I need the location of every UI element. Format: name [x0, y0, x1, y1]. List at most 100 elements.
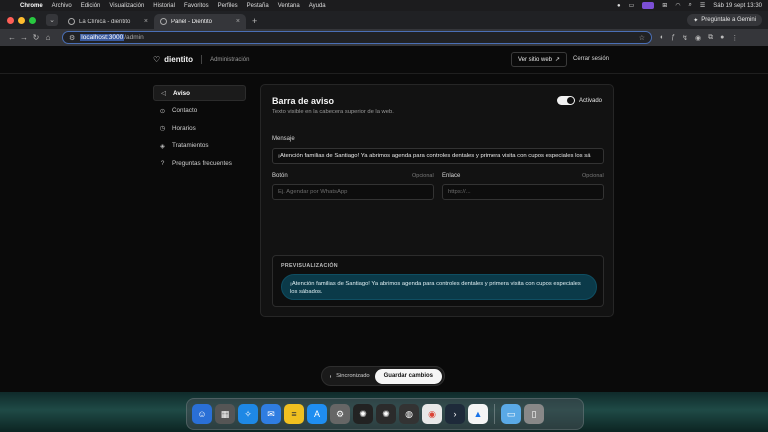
screen-share-icon[interactable]: ▭: [629, 2, 635, 9]
safari-icon[interactable]: ✧: [238, 404, 258, 424]
close-icon[interactable]: ×: [144, 18, 148, 25]
section-label: Administración: [210, 56, 250, 63]
sidebar-item-label: Aviso: [173, 89, 190, 97]
brand-name: dientito: [164, 55, 194, 64]
gemini-button[interactable]: ✦ Pregúntale a Gemini: [687, 14, 762, 26]
macos-menu-bar: Chrome Archivo Edición Visualización His…: [0, 0, 768, 11]
back-arrow-icon[interactable]: ←: [6, 33, 18, 42]
address-bar[interactable]: ⚙ localhost:3000 /admin ☆: [62, 31, 652, 44]
notes-icon[interactable]: ≡: [284, 404, 304, 424]
mail-icon[interactable]: ✉: [261, 404, 281, 424]
chevron-down-icon: ⌄: [49, 17, 55, 24]
forward-arrow-icon[interactable]: →: [18, 33, 30, 42]
chatgpt-icon[interactable]: ✺: [353, 404, 373, 424]
view-site-label: Ver sitio web: [518, 56, 553, 63]
link-optional-hint: Opcional: [582, 173, 604, 179]
home-icon[interactable]: ⌂: [42, 33, 54, 42]
sidebar-item-contacto[interactable]: ⊙ Contacto: [153, 103, 246, 119]
location-pin-icon: ⊙: [159, 107, 166, 115]
megaphone-icon: ◁: [161, 90, 166, 97]
enabled-toggle-group: Activado: [556, 96, 602, 105]
clock-icon: ◷: [159, 125, 166, 132]
message-input[interactable]: ¡Atención familias de Santiago! Ya abrim…: [272, 148, 604, 164]
record-icon[interactable]: ●: [617, 3, 621, 9]
minimize-window-button[interactable]: [18, 16, 25, 24]
menu-historial[interactable]: Historial: [153, 3, 175, 9]
toggle-knob: [566, 97, 574, 104]
sidebar-item-label: Contacto: [172, 107, 198, 114]
close-window-button[interactable]: [7, 16, 14, 24]
menu-ventana[interactable]: Ventana: [278, 3, 300, 9]
downloads-folder-icon[interactable]: ▭: [501, 404, 521, 424]
brand-logo[interactable]: ♡ dientito Administración: [153, 55, 249, 64]
menu-favoritos[interactable]: Favoritos: [184, 3, 209, 9]
chrome-canary-icon[interactable]: ◍: [399, 404, 419, 424]
link-input[interactable]: https://...: [442, 184, 604, 200]
preview-panel: PREVISUALIZACIÓN ¡Atención familias de S…: [272, 255, 604, 307]
view-site-button[interactable]: Ver sitio web ↗: [511, 52, 568, 67]
save-button[interactable]: Guardar cambios: [374, 368, 442, 384]
extension-icon[interactable]: ↯: [682, 34, 688, 42]
openai-icon[interactable]: ✺: [376, 404, 396, 424]
close-icon[interactable]: ×: [236, 18, 240, 25]
wifi-icon[interactable]: ◠: [675, 2, 680, 9]
enabled-toggle[interactable]: [556, 96, 575, 105]
sidebar-item-horarios[interactable]: ◷ Horarios: [153, 120, 246, 136]
kebab-menu-icon[interactable]: ⋮: [731, 34, 738, 42]
browser-tab-strip: ⌄ La Clínica - dientito × Panel - Dienti…: [0, 11, 768, 29]
logout-button[interactable]: Cerrar sesión: [573, 56, 609, 62]
extension-icon[interactable]: ƒ: [671, 34, 675, 42]
button-text-label: Botón: [272, 173, 288, 179]
menu-edicion[interactable]: Edición: [81, 3, 101, 9]
menu-visualizacion[interactable]: Visualización: [109, 3, 144, 9]
control-icon[interactable]: ⊞: [662, 2, 667, 9]
extension-icon[interactable]: ◐: [660, 34, 664, 42]
external-link-icon: ↗: [555, 57, 561, 63]
menu-bar-clock[interactable]: Sáb 19 sept 13:30: [713, 3, 762, 9]
menu-perfiles[interactable]: Perfiles: [218, 3, 238, 9]
search-icon[interactable]: ⌕: [689, 2, 692, 9]
terminal-icon[interactable]: ›: [445, 404, 465, 424]
sidebar-item-aviso[interactable]: ◁ Aviso: [153, 85, 246, 101]
profile-icon[interactable]: ●: [720, 34, 724, 42]
preview-notice-bar: ¡Atención familias de Santiago! Ya abrim…: [281, 274, 597, 300]
admin-header: ♡ dientito Administración Ver sitio web …: [0, 46, 768, 74]
url-path: /admin: [124, 34, 144, 41]
menu-ayuda[interactable]: Ayuda: [309, 3, 326, 9]
sidebar-item-preguntas[interactable]: ? Preguntas frecuentes: [153, 155, 246, 171]
app-store-icon[interactable]: A: [307, 404, 327, 424]
menu-archivo[interactable]: Archivo: [52, 3, 72, 9]
tab-title: La Clínica - dientito: [79, 18, 131, 25]
arc-icon[interactable]: ▲: [468, 404, 488, 424]
sidebar-item-tratamientos[interactable]: ◈ Tratamientos: [153, 138, 246, 154]
chrome-icon[interactable]: ◉: [422, 404, 442, 424]
message-label: Mensaje: [272, 136, 295, 142]
zoom-window-button[interactable]: [29, 16, 36, 24]
extension-icon[interactable]: ◉: [695, 34, 701, 42]
macos-dock: ☺ ▦ ✧ ✉ ≡ A ⚙ ✺ ✺ ◍ ◉ › ▲ ▭ ▯: [186, 398, 584, 430]
extensions-area: ◐ ƒ ↯ ◉ ⧉ ● ⋮: [660, 34, 738, 42]
launchpad-icon[interactable]: ▦: [215, 404, 235, 424]
toggle-label: Activado: [578, 97, 602, 104]
layers-icon: ◈: [160, 142, 165, 150]
menu-extra-icon[interactable]: [642, 2, 655, 9]
new-tab-button[interactable]: +: [252, 16, 257, 26]
sync-status: Sincronizado: [336, 373, 370, 379]
site-info-icon[interactable]: ⚙: [69, 34, 75, 42]
menu-pestana[interactable]: Pestaña: [247, 3, 269, 9]
menu-app-chrome[interactable]: Chrome: [20, 3, 43, 9]
puzzle-icon[interactable]: ⧉: [708, 34, 713, 42]
finder-icon[interactable]: ☺: [192, 404, 212, 424]
preview-title: PREVISUALIZACIÓN: [281, 263, 338, 269]
system-settings-icon[interactable]: ⚙: [330, 404, 350, 424]
tab-search-button[interactable]: ⌄: [46, 14, 58, 26]
globe-icon: [160, 18, 167, 25]
tab-panel-dientito[interactable]: Panel - Dientito ×: [154, 14, 246, 29]
bookmark-star-icon[interactable]: ☆: [639, 34, 645, 42]
card-title: Barra de aviso: [272, 96, 335, 106]
button-text-input[interactable]: Ej. Agendar por WhatsApp: [272, 184, 434, 200]
reload-icon[interactable]: ↻: [30, 33, 42, 42]
control-center-icon[interactable]: ☰: [700, 2, 705, 9]
trash-icon[interactable]: ▯: [524, 404, 544, 424]
tab-la-clinica[interactable]: La Clínica - dientito ×: [62, 14, 154, 29]
